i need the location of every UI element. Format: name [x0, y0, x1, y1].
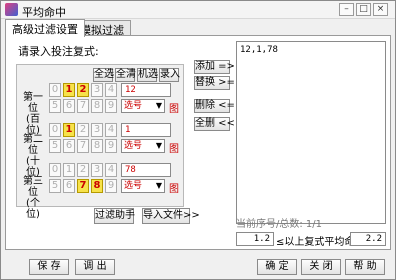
- pos2-digit-5[interactable]: 5: [49, 139, 61, 153]
- max-average-input[interactable]: 2.2: [350, 232, 386, 246]
- pos3-digit-1[interactable]: 1: [63, 163, 75, 177]
- pos2-digit-6[interactable]: 6: [63, 139, 75, 153]
- maximize-button[interactable]: □: [356, 3, 371, 16]
- pos2-digit-1[interactable]: 1: [63, 123, 75, 137]
- pos3-digit-2[interactable]: 2: [77, 163, 89, 177]
- close-button[interactable]: 关 闭: [301, 259, 341, 275]
- entry-prompt: 请录入投注复式:: [18, 45, 99, 58]
- import-file-button[interactable]: 导入文件>>: [142, 208, 200, 224]
- pos2-digit-9[interactable]: 9: [105, 139, 117, 153]
- combination-list[interactable]: 12,1,78: [236, 41, 386, 224]
- pos2-select[interactable]: 选号 ▼: [121, 139, 165, 153]
- pos3-chart-link[interactable]: 图: [169, 180, 179, 195]
- pos1-digit-1[interactable]: 1: [63, 83, 75, 97]
- title-bar: 平均命中 – □ ×: [1, 1, 395, 19]
- position-3-label-line1: 第三位: [23, 176, 43, 198]
- pos2-input[interactable]: 1: [121, 123, 171, 137]
- position-3-label-line2: (个位): [26, 198, 40, 220]
- pos2-chart-link[interactable]: 图: [169, 140, 179, 155]
- pos2-digit-8[interactable]: 8: [91, 139, 103, 153]
- pos1-chart-link[interactable]: 图: [169, 100, 179, 115]
- pos1-input[interactable]: 12: [121, 83, 171, 97]
- close-window-button[interactable]: ×: [373, 3, 388, 16]
- clear-all-button[interactable]: 全清: [115, 68, 136, 82]
- app-icon: [5, 3, 18, 16]
- minimize-button[interactable]: –: [339, 3, 354, 16]
- pos1-digit-7[interactable]: 7: [77, 99, 89, 113]
- chevron-down-icon: ▼: [155, 181, 162, 190]
- pos2-digit-3[interactable]: 3: [91, 123, 103, 137]
- pos1-digit-3[interactable]: 3: [91, 83, 103, 97]
- select-all-button[interactable]: 全选: [93, 68, 114, 82]
- pos3-digit-6[interactable]: 6: [63, 179, 75, 193]
- pos3-input[interactable]: 78: [121, 163, 171, 177]
- pos1-digit-0[interactable]: 0: [49, 83, 61, 97]
- pos2-digit-4[interactable]: 4: [105, 123, 117, 137]
- pos2-select-value: 选号: [124, 141, 143, 151]
- add-button[interactable]: 添加 =>: [194, 60, 235, 74]
- number-entry-group: 全选 全清 机选 录入 第一位 (百位) 0 1 2 3 4 5 6 7 8 9…: [16, 64, 184, 220]
- tab-panel: 请录入投注复式: 全选 全清 机选 录入 第一位 (百位) 0 1 2 3 4 …: [5, 35, 391, 250]
- save-button[interactable]: 保 存: [29, 259, 69, 275]
- window-title: 平均命中: [22, 6, 66, 19]
- pos3-select[interactable]: 选号 ▼: [121, 179, 165, 193]
- pos2-digit-7[interactable]: 7: [77, 139, 89, 153]
- chevron-down-icon: ▼: [155, 141, 162, 150]
- delete-all-button[interactable]: 全删 <<: [194, 117, 235, 131]
- pos1-digit-5[interactable]: 5: [49, 99, 61, 113]
- filter-helper-button[interactable]: 过滤助手: [94, 208, 135, 224]
- ok-button[interactable]: 确 定: [257, 259, 297, 275]
- help-button[interactable]: 帮 助: [345, 259, 385, 275]
- pos3-digit-9[interactable]: 9: [105, 179, 117, 193]
- pos2-digit-0[interactable]: 0: [49, 123, 61, 137]
- pos1-digit-9[interactable]: 9: [105, 99, 117, 113]
- pos1-select[interactable]: 选号 ▼: [121, 99, 165, 113]
- pos3-select-value: 选号: [124, 181, 143, 191]
- position-1-label-line2: (百位): [26, 114, 40, 136]
- main-window: 平均命中 – □ × 高级过滤设置 模拟过滤 请录入投注复式: 全选 全清 机选…: [0, 0, 396, 280]
- pos3-digit-5[interactable]: 5: [49, 179, 61, 193]
- pos3-digit-3[interactable]: 3: [91, 163, 103, 177]
- pos3-digit-8[interactable]: 8: [91, 179, 103, 193]
- position-3-label: 第三位 (个位): [20, 176, 46, 220]
- pos3-digit-4[interactable]: 4: [105, 163, 117, 177]
- position-1-label: 第一位 (百位): [20, 92, 46, 136]
- tab-advanced-filter[interactable]: 高级过滤设置: [5, 19, 85, 37]
- pos2-digit-2[interactable]: 2: [77, 123, 89, 137]
- pos1-digit-4[interactable]: 4: [105, 83, 117, 97]
- chevron-down-icon: ▼: [155, 101, 162, 110]
- pos1-digit-6[interactable]: 6: [63, 99, 75, 113]
- pos3-digit-0[interactable]: 0: [49, 163, 61, 177]
- replace-button[interactable]: 替换 >=: [194, 76, 235, 90]
- random-pick-button[interactable]: 机选: [137, 68, 158, 82]
- position-2-label-line2: (十位): [26, 156, 40, 178]
- load-button[interactable]: 调 出: [75, 259, 115, 275]
- pos1-digit-2[interactable]: 2: [77, 83, 89, 97]
- min-average-input[interactable]: 1.2: [236, 232, 274, 246]
- enter-button[interactable]: 录入: [159, 68, 180, 82]
- pos1-select-value: 选号: [124, 101, 143, 111]
- position-1-label-line1: 第一位: [23, 92, 43, 114]
- pos3-digit-7[interactable]: 7: [77, 179, 89, 193]
- pos1-digit-8[interactable]: 8: [91, 99, 103, 113]
- index-status: 当前序号/总数: 1/1: [236, 219, 323, 230]
- position-2-label-line1: 第二位: [23, 134, 43, 156]
- delete-button[interactable]: 删除 <=: [194, 99, 235, 113]
- position-2-label: 第二位 (十位): [20, 134, 46, 178]
